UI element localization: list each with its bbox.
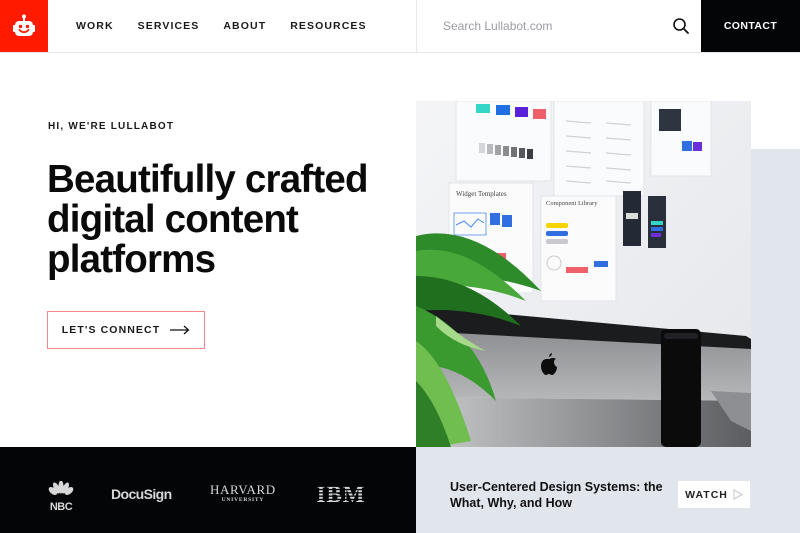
arrow-right-icon: [170, 325, 190, 335]
cta-label: LET'S CONNECT: [61, 324, 161, 336]
hero-eyebrow: HI, WE'RE LULLABOT: [48, 121, 175, 132]
screen-label-component-library: Component Library: [546, 200, 598, 207]
search-input[interactable]: [443, 16, 663, 36]
screen-card-component-library: Component Library: [540, 195, 617, 302]
screen-label-widget-templates: Widget Templates: [456, 190, 507, 198]
search-box: [416, 0, 701, 52]
lets-connect-button[interactable]: LET'S CONNECT: [47, 311, 205, 349]
site-header: WORK SERVICES ABOUT RESOURCES CONTACT: [0, 0, 800, 53]
watch-label: WATCH: [685, 488, 728, 501]
client-logo-nbc: NBC: [47, 480, 75, 513]
headline-line: digital content: [47, 198, 299, 241]
nav-item-resources[interactable]: RESOURCES: [290, 20, 366, 32]
headline-line: platforms: [47, 238, 216, 281]
nav-item-about[interactable]: ABOUT: [223, 20, 266, 32]
screen-card-colors: [455, 101, 552, 182]
play-icon: [733, 489, 743, 500]
main-nav: WORK SERVICES ABOUT RESOURCES: [76, 0, 391, 52]
hero-image: Widget Templates Component Library: [416, 101, 751, 447]
logo-link[interactable]: [0, 0, 48, 52]
ibm-logo-icon: IBM: [314, 482, 368, 507]
headline-line: Beautifully crafted: [47, 158, 368, 201]
nav-item-work[interactable]: WORK: [76, 20, 114, 32]
nav-item-services[interactable]: SERVICES: [138, 20, 200, 32]
hero-photo-illustration: Widget Templates Component Library: [416, 101, 751, 447]
search-icon: [673, 18, 689, 34]
watch-button[interactable]: WATCH: [678, 481, 750, 508]
harvard-wordmark: HARVARD: [210, 482, 276, 497]
client-logo-harvard: HARVARD UNIVERSITY: [210, 483, 276, 504]
nbc-wordmark: NBC: [49, 501, 73, 513]
hero-headline: Beautifully crafted digital content plat…: [47, 160, 407, 280]
search-button[interactable]: [671, 16, 691, 36]
client-logo-ibm: IBM: [314, 482, 368, 510]
client-logo-docusign: DocuSign: [111, 486, 172, 502]
contact-button[interactable]: CONTACT: [701, 0, 800, 52]
nbc-peacock-icon: [48, 480, 74, 495]
client-logos: NBC DocuSign HARVARD UNIVERSITY IBM: [0, 447, 416, 533]
feature-title[interactable]: User-Centered Design Systems: the What, …: [450, 479, 675, 511]
harvard-subtext: UNIVERSITY: [221, 497, 265, 503]
robot-icon: [13, 14, 35, 36]
